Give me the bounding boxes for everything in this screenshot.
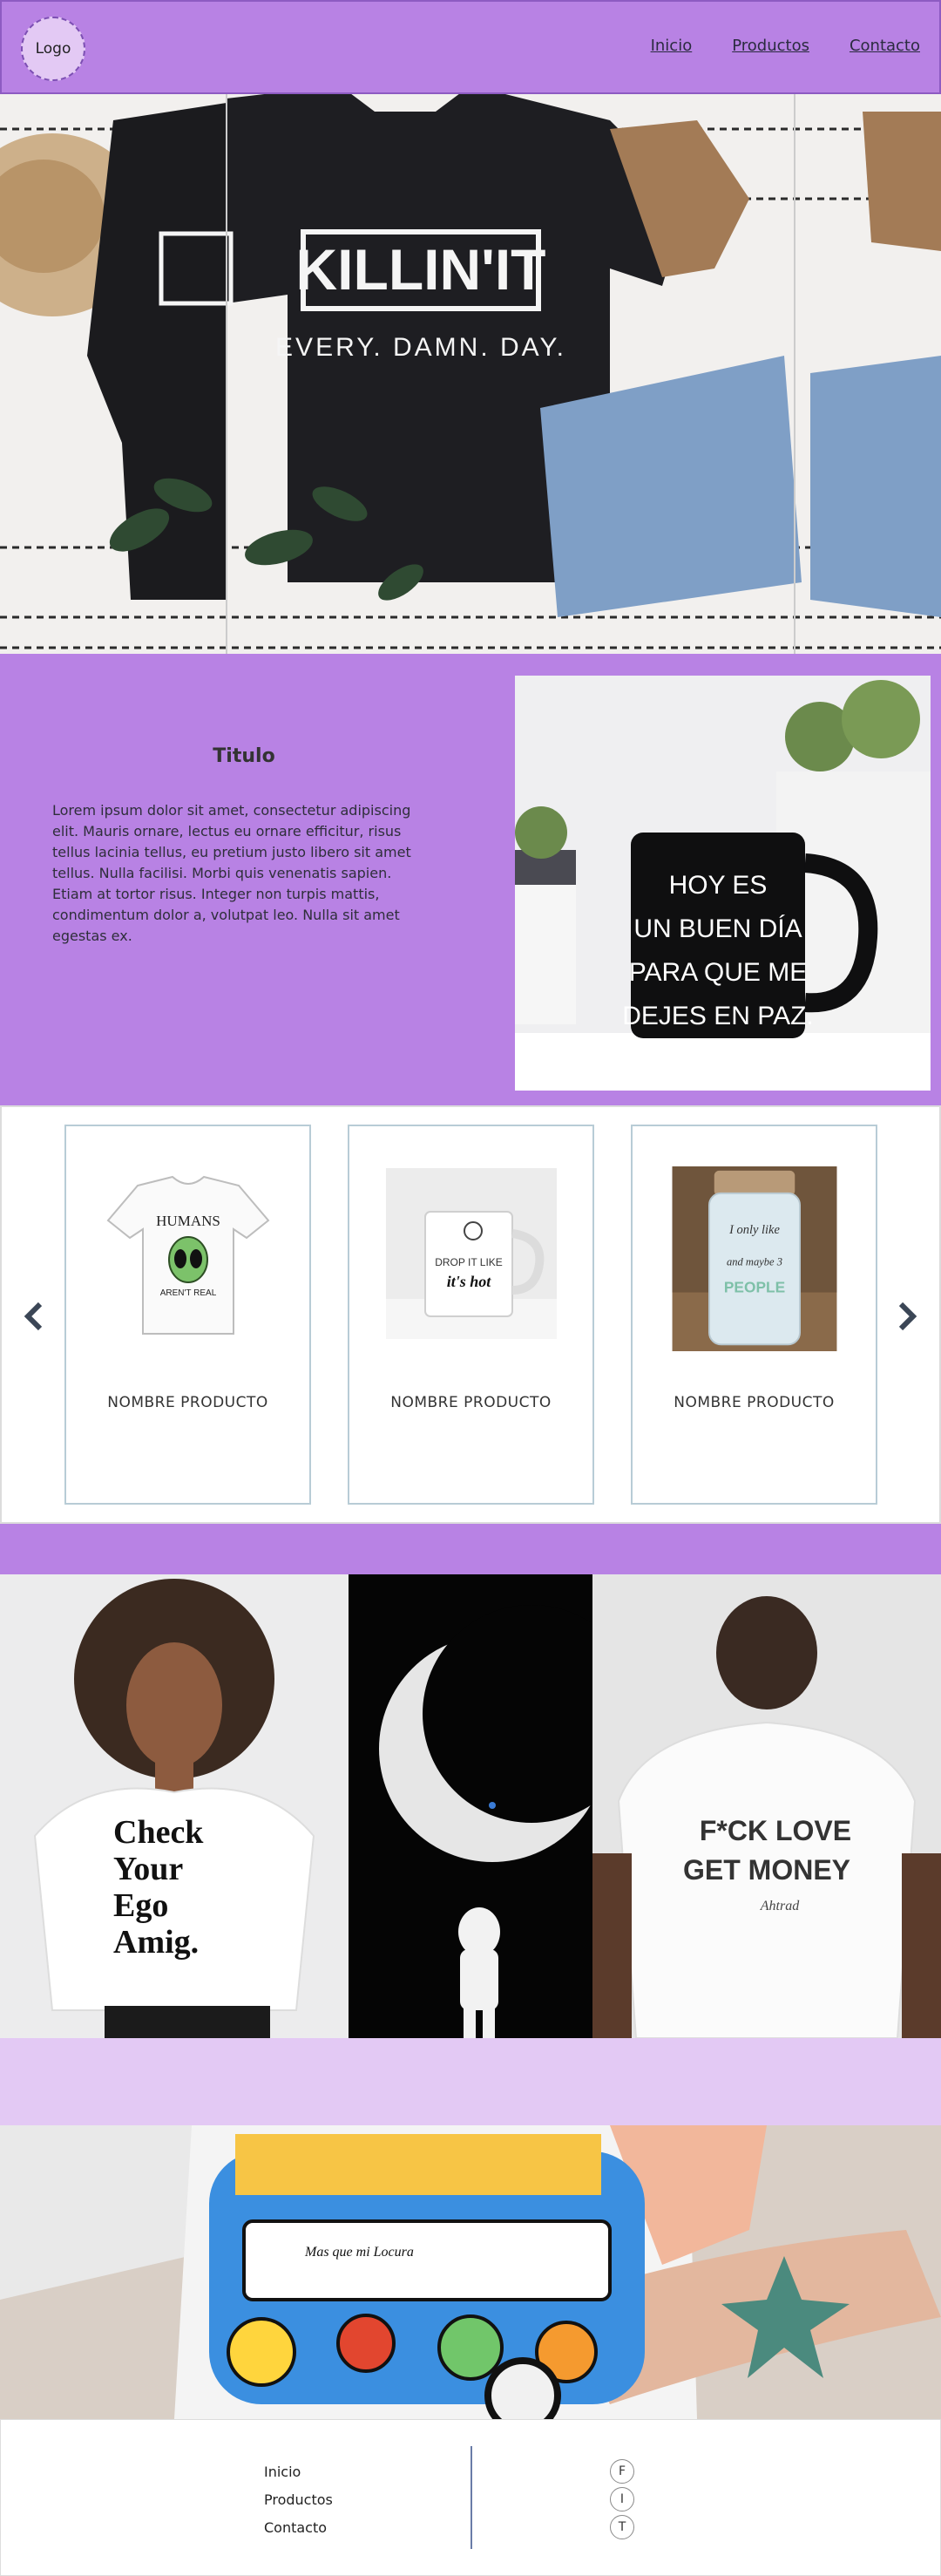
product-image-glass: I only like and maybe 3 PEOPLE [672,1166,837,1351]
mug-print-line-1: DROP IT LIKE [435,1256,503,1268]
mug-print-line-2: it's hot [447,1273,492,1290]
tshirt-print-line-1: HUMANS [156,1213,220,1229]
product-name: NOMBRE PRODUCTO [107,1394,268,1411]
footer-links: Inicio Productos Contacto [264,2462,333,2538]
main-nav: Inicio Productos Contacto [651,37,920,55]
product-card[interactable]: DROP IT LIKE it's hot NOMBRE PRODUCTO [348,1125,594,1505]
chevron-left-icon[interactable] [21,1301,47,1332]
glass-print-line-1: I only like [728,1223,780,1237]
wide-banner: Mas que mi Locura [0,2125,941,2419]
glass-print-line-2: and maybe 3 [727,1256,782,1268]
hero-shirt-title: KILLIN'IT [296,237,546,302]
footer-link-productos[interactable]: Productos [264,2490,333,2510]
site-header: Logo Inicio Productos Contacto [0,0,941,94]
hero-shirt-subtitle: EVERY. DAMN. DAY. [275,333,566,362]
mug-image: HOY ES UN BUEN DÍA PARA QUE ME DEJES EN … [515,676,931,1091]
mug-line-4: DEJES EN PAZ. [622,1002,814,1030]
tshirt-print-line-2: AREN'T REAL [160,1288,217,1298]
mug-line-2: UN BUEN DÍA [633,914,802,943]
photo-gallery: Check Your Ego Amig. F*CK LOVE GET MONEY [0,1574,941,2038]
site-footer: Inicio Productos Contacto F I T [0,2419,941,2576]
model-shirt-line-1: Check [113,1814,204,1851]
hero-image: KILLIN'IT EVERY. DAMN. DAY. [0,94,941,654]
model-shirt-line-4: Amig. [113,1924,199,1961]
footer-divider [470,2446,472,2549]
product-card[interactable]: I only like and maybe 3 PEOPLE NOMBRE PR… [631,1125,877,1505]
product-image-tshirt: HUMANS AREN'T REAL [103,1168,274,1339]
model-shirt-line-2: Your [113,1851,183,1887]
instagram-icon[interactable]: I [610,2487,634,2511]
intro-section: Titulo Lorem ipsum dolor sit amet, conse… [0,654,941,1105]
footer-link-inicio[interactable]: Inicio [264,2462,333,2482]
nav-link-contacto[interactable]: Contacto [850,37,920,55]
product-name: NOMBRE PRODUCTO [390,1394,552,1411]
product-name: NOMBRE PRODUCTO [674,1394,835,1411]
back-shirt-line-2: GET MONEY [683,1854,850,1886]
divider-strip [0,1524,941,1574]
section-title: Titulo [213,745,275,767]
gallery-photo-model: Check Your Ego Amig. [0,1574,349,2038]
chevron-right-icon[interactable] [894,1301,920,1332]
facebook-icon[interactable]: F [610,2459,634,2484]
product-carousel: HUMANS AREN'T REAL NOMBRE PRODUCTO DROP … [0,1105,941,1524]
product-card[interactable]: HUMANS AREN'T REAL NOMBRE PRODUCTO [64,1125,311,1505]
hero-banner: KILLIN'IT EVERY. DAMN. DAY. [0,94,941,654]
product-image-mug: DROP IT LIKE it's hot [386,1168,557,1339]
gallery-photo-moon [349,1574,592,2038]
gallery-photo-back: F*CK LOVE GET MONEY Ahtrad [592,1574,941,2038]
nav-link-inicio[interactable]: Inicio [651,37,693,55]
twitter-icon[interactable]: T [610,2515,634,2539]
divider-strip-light [0,2038,941,2125]
section-body: Lorem ipsum dolor sit amet, consectetur … [52,802,411,944]
footer-link-contacto[interactable]: Contacto [264,2518,333,2538]
back-shirt-line-1: F*CK LOVE [700,1815,851,1846]
nav-link-productos[interactable]: Productos [732,37,809,55]
social-links: F I T [610,2459,634,2539]
mug-line-1: HOY ES [669,871,768,900]
van-caption: Mas que mi Locura [304,2245,414,2260]
mug-line-3: PARA QUE ME [629,958,808,987]
glass-print-line-3: PEOPLE [724,1279,785,1296]
back-shirt-line-3: Ahtrad [760,1899,800,1913]
logo[interactable]: Logo [21,17,85,81]
model-shirt-line-3: Ego [113,1887,168,1924]
